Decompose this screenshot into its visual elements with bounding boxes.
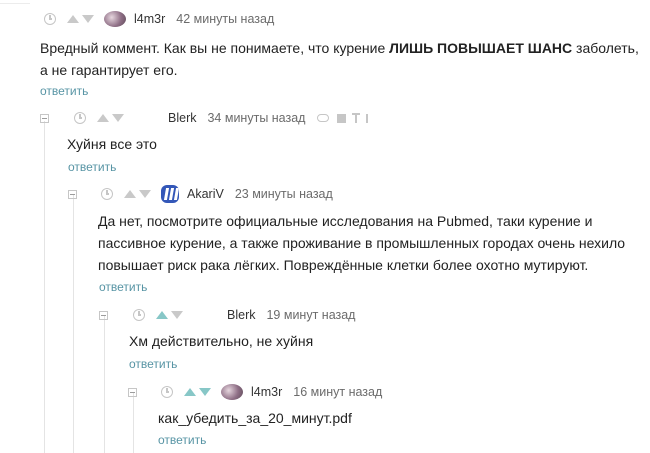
save-icon[interactable] [337,113,347,123]
comment-header: AkariV 23 минуты назад [68,184,333,204]
comment-header: l4m3r 42 минуты назад [44,9,274,29]
downvote-icon[interactable] [171,311,183,319]
reply-link[interactable]: ответить [68,160,116,174]
comment-time[interactable]: 34 минуты назад [207,111,305,125]
clock-icon [101,188,113,200]
thread-line-3 [104,316,105,453]
clock-icon [74,112,86,124]
comment-header: Blerk 19 минут назад [99,305,355,325]
author-name[interactable]: AkariV [187,187,224,201]
avatar[interactable] [221,384,243,400]
comment-body: Да нет, посмотрите официальные исследова… [98,213,626,273]
author-name[interactable]: l4m3r [251,385,282,399]
comment-header: l4m3r 16 минут назад [128,382,382,402]
top-divider [0,3,30,4]
collapse-icon[interactable] [99,310,108,320]
avatar[interactable] [104,11,126,27]
upvote-icon[interactable] [156,311,168,319]
reply-link[interactable]: ответить [40,84,88,98]
avatar[interactable] [161,185,179,203]
reply-link[interactable]: ответить [158,433,206,447]
thread-line-2 [73,195,74,453]
comment-text: Вредный коммент. Как вы не понимаете, чт… [40,40,390,56]
downvote-icon[interactable] [199,388,211,396]
link-icon[interactable] [317,114,330,122]
comment-time[interactable]: 42 минуты назад [176,12,274,26]
comment-time[interactable]: 23 минуты назад [235,187,333,201]
clock-icon [44,13,56,25]
upvote-icon[interactable] [97,114,109,122]
collapse-icon[interactable] [128,387,137,397]
author-name[interactable]: l4m3r [134,12,165,26]
comment-body: Вредный коммент. Как вы не понимаете, чт… [40,37,640,81]
comment-body[interactable]: как_убедить_за_20_минут.pdf [158,407,352,429]
clock-icon [133,309,145,321]
comment-time[interactable]: 19 минут назад [266,308,355,322]
comment-time[interactable]: 16 минут назад [293,385,382,399]
comment-emphasis: ЛИШЬ ПОВЫШАЕТ ШАНС [389,40,573,56]
reply-link[interactable]: ответить [129,357,177,371]
comment-header: Blerk 34 минуты назад [40,108,369,128]
author-name[interactable]: Blerk [227,308,255,322]
downvote-icon[interactable] [139,190,151,198]
author-name[interactable]: Blerk [168,111,196,125]
comment-body: Хм действительно, не хуйня [129,333,314,349]
pin-icon[interactable] [352,113,361,123]
upvote-icon[interactable] [184,388,196,396]
collapse-icon[interactable] [68,189,77,199]
collapse-icon[interactable] [40,113,49,123]
reply-link[interactable]: ответить [99,280,147,294]
downvote-icon[interactable] [112,114,124,122]
hand-icon[interactable] [366,113,369,123]
upvote-icon[interactable] [124,190,136,198]
comment-body: Хуйня все это [67,136,157,152]
upvote-icon[interactable] [67,15,79,23]
thread-line-1 [44,121,45,453]
clock-icon [161,386,173,398]
downvote-icon[interactable] [82,15,94,23]
